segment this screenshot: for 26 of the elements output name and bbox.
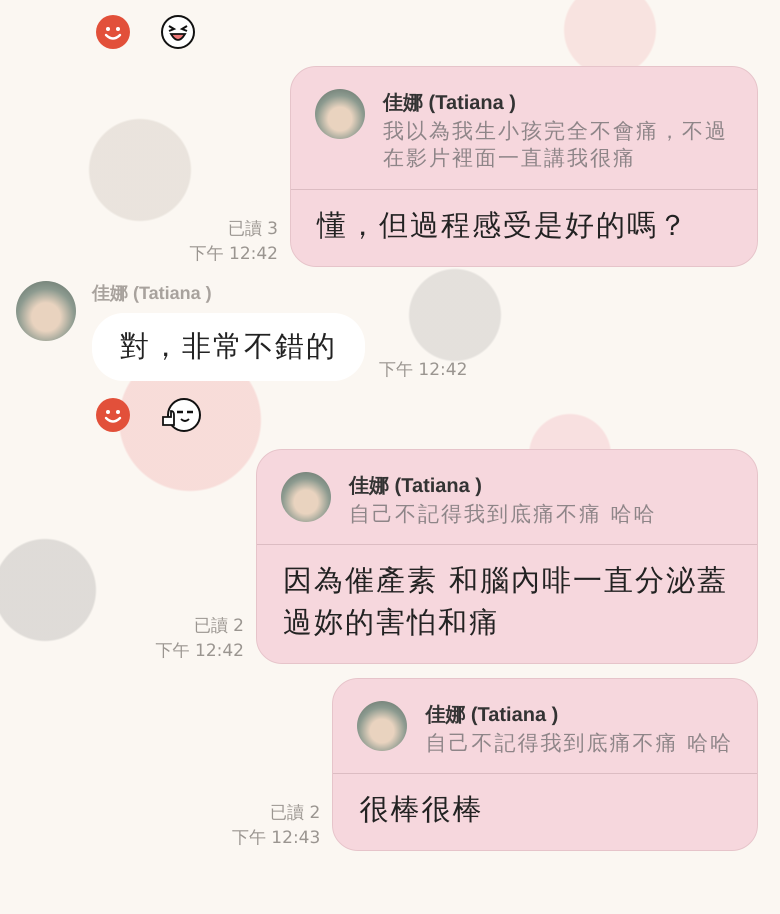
thumbs-up-face-icon <box>160 396 202 433</box>
message-text: 因為催產素 和腦內啡一直分泌蓋過妳的害怕和痛 <box>282 562 730 641</box>
smiley-icon[interactable] <box>96 15 130 49</box>
quoted-message[interactable]: 佳娜 (Tatiana ) 自己不記得我到底痛不痛 哈哈 <box>333 679 757 774</box>
read-receipt: 已讀 2 <box>270 802 320 824</box>
message-text: 很棒很棒 <box>358 791 484 828</box>
sender-name: 佳娜 (Tatiana ) <box>92 282 213 305</box>
laughing-face-icon <box>160 14 196 50</box>
quoted-message[interactable]: 佳娜 (Tatiana ) 自己不記得我到底痛不痛 哈哈 <box>257 450 757 545</box>
message-time: 下午 12:43 <box>232 827 320 850</box>
message-time: 下午 12:42 <box>379 358 468 381</box>
quoted-text: 自己不記得我到底痛不痛 哈哈 <box>425 730 733 758</box>
quoted-sender-name: 佳娜 (Tatiana ) <box>425 703 560 728</box>
quoted-text: 我以為我生小孩完全不會痛，不過在影片裡面一直講我很痛 <box>383 118 729 172</box>
quoted-text: 自己不記得我到底痛不痛 哈哈 <box>349 500 657 528</box>
received-message-bubble: 對，非常不錯的 <box>92 312 365 381</box>
quoted-sender-name: 佳娜 (Tatiana ) <box>383 91 517 116</box>
quoted-sender-name: 佳娜 (Tatiana ) <box>349 474 483 499</box>
quoted-message[interactable]: 佳娜 (Tatiana ) 我以為我生小孩完全不會痛，不過在影片裡面一直講我很痛 <box>291 67 757 190</box>
message-time: 下午 12:42 <box>190 242 278 265</box>
avatar-photo-placeholder <box>315 89 365 139</box>
read-receipt: 已讀 2 <box>194 615 244 638</box>
smiley-icon[interactable] <box>96 398 130 432</box>
read-receipt: 已讀 3 <box>228 218 278 240</box>
message-text: 懂，但過程感受是好的嗎？ <box>316 206 690 244</box>
message-time: 下午 12:42 <box>156 640 244 662</box>
